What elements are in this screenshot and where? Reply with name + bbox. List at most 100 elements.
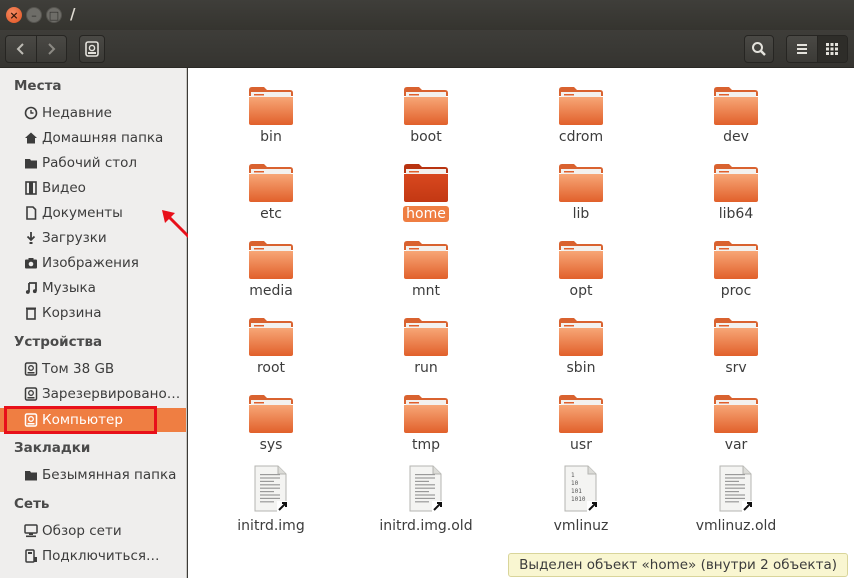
- file-name-label: media: [211, 283, 331, 299]
- folder-icon: [558, 394, 604, 434]
- file-item[interactable]: vmlinuz.old: [676, 455, 796, 534]
- folder-item[interactable]: srv: [676, 301, 796, 376]
- file-name: vmlinuz: [553, 518, 609, 534]
- toolbar: [0, 30, 854, 68]
- file-name-label: bin: [211, 129, 331, 145]
- sidebar-item-label: Корзина: [42, 305, 102, 321]
- folder-item[interactable]: root: [211, 301, 331, 376]
- file-item[interactable]: initrd.img: [211, 455, 331, 534]
- search-button[interactable]: [744, 35, 774, 63]
- path-root-button[interactable]: [79, 35, 105, 63]
- grid-icon: [826, 43, 839, 55]
- sidebar-item-downloads[interactable]: Загрузки: [0, 226, 186, 250]
- folder-item[interactable]: var: [676, 378, 796, 453]
- sidebar-item-videos[interactable]: Видео: [0, 176, 186, 200]
- sidebar-item-recent[interactable]: Недавние: [0, 101, 186, 125]
- clock-icon: [24, 106, 38, 120]
- file-name-label: dev: [676, 129, 796, 145]
- sidebar-item-label: Загрузки: [42, 230, 107, 246]
- folder-item[interactable]: tmp: [366, 378, 486, 453]
- close-window-button[interactable]: ×: [6, 7, 22, 23]
- folder-item[interactable]: sbin: [521, 301, 641, 376]
- sidebar-item-pictures[interactable]: Изображения: [0, 251, 186, 275]
- status-bar: Выделен объект «home» (внутри 2 объекта): [508, 553, 848, 577]
- film-icon: [24, 181, 38, 195]
- folder-icon: [558, 317, 604, 357]
- sidebar-item-music[interactable]: Музыка: [0, 276, 186, 300]
- folder-icon: [403, 317, 449, 357]
- view-mode-switcher: [786, 35, 848, 63]
- folder-icon: [403, 240, 449, 280]
- folder-icon: [713, 163, 759, 203]
- file-name-label: cdrom: [521, 129, 641, 145]
- sidebar-item-label: Рабочий стол: [42, 155, 137, 171]
- back-button[interactable]: [6, 36, 36, 62]
- window-title: /: [70, 5, 76, 23]
- folder-icon: [713, 240, 759, 280]
- folder-item[interactable]: cdrom: [521, 70, 641, 145]
- folder-item[interactable]: mnt: [366, 224, 486, 299]
- forward-button[interactable]: [35, 36, 67, 62]
- folder-icon: [248, 240, 294, 280]
- list-view-button[interactable]: [787, 36, 817, 62]
- folder-item[interactable]: run: [366, 301, 486, 376]
- devices-header: Устройства: [14, 334, 103, 350]
- sidebar-item-reserved[interactable]: Зарезервировано…: [0, 382, 186, 406]
- folder-item[interactable]: usr: [521, 378, 641, 453]
- sidebar-item-label: Музыка: [42, 280, 96, 296]
- search-icon: [752, 42, 766, 56]
- folder-icon: [248, 317, 294, 357]
- minimize-window-button[interactable]: –: [26, 7, 42, 23]
- desktop-folder-icon: [24, 156, 38, 170]
- file-name: boot: [410, 129, 442, 145]
- sidebar-item-volume[interactable]: Том 38 GB: [0, 357, 186, 381]
- folder-item[interactable]: bin: [211, 70, 331, 145]
- folder-item[interactable]: dev: [676, 70, 796, 145]
- sidebar-item-browse-network[interactable]: Обзор сети: [0, 519, 186, 543]
- sidebar-item-documents[interactable]: Документы: [0, 201, 186, 225]
- file-item[interactable]: initrd.img.old: [366, 455, 486, 534]
- file-name-label: srv: [676, 360, 796, 376]
- maximize-window-button[interactable]: □: [46, 7, 62, 23]
- grid-view-button[interactable]: [816, 36, 847, 62]
- folder-item[interactable]: boot: [366, 70, 486, 145]
- file-name: sys: [259, 437, 283, 453]
- sidebar-item-trash[interactable]: Корзина: [0, 301, 186, 325]
- folder-icon: [403, 394, 449, 434]
- sidebar-item-label: Обзор сети: [42, 523, 122, 539]
- file-name: sbin: [566, 360, 596, 376]
- folder-item[interactable]: home: [366, 147, 486, 222]
- bookmarks-header: Закладки: [14, 440, 91, 456]
- sidebar-item-bookmark[interactable]: Безымянная папка: [0, 463, 186, 487]
- folder-item[interactable]: lib64: [676, 147, 796, 222]
- sidebar-item-desktop[interactable]: Рабочий стол: [0, 151, 186, 175]
- file-name: dev: [723, 129, 749, 145]
- svg-text:1010: 1010: [571, 496, 586, 503]
- folder-item[interactable]: lib: [521, 147, 641, 222]
- sidebar-item-home[interactable]: Домашняя папка: [0, 126, 186, 150]
- sidebar-item-label: Домашняя папка: [42, 130, 164, 146]
- folder-item[interactable]: sys: [211, 378, 331, 453]
- folder-item[interactable]: opt: [521, 224, 641, 299]
- file-name-label: initrd.img.old: [366, 518, 486, 534]
- folder-item[interactable]: proc: [676, 224, 796, 299]
- file-name: media: [249, 283, 293, 299]
- folder-icon: [713, 394, 759, 434]
- file-item[interactable]: 1 10 101 1010 vmlinuz: [521, 455, 641, 534]
- file-name-label: tmp: [366, 437, 486, 453]
- home-icon: [24, 131, 38, 145]
- file-name: etc: [260, 206, 282, 222]
- file-name: bin: [260, 129, 282, 145]
- folder-item[interactable]: media: [211, 224, 331, 299]
- folder-item[interactable]: etc: [211, 147, 331, 222]
- sidebar-item-label: Документы: [42, 205, 123, 221]
- file-name-label: root: [211, 360, 331, 376]
- file-name: mnt: [412, 283, 440, 299]
- folder-icon: [558, 163, 604, 203]
- sidebar-item-connect-server[interactable]: Подключиться…: [0, 544, 186, 568]
- folder-icon: [248, 86, 294, 126]
- folder-icon: [713, 86, 759, 126]
- binary-file-link-icon: 1 10 101 1010: [561, 465, 607, 513]
- title-bar: × – □ /: [0, 0, 854, 30]
- file-name: vmlinuz.old: [695, 518, 777, 534]
